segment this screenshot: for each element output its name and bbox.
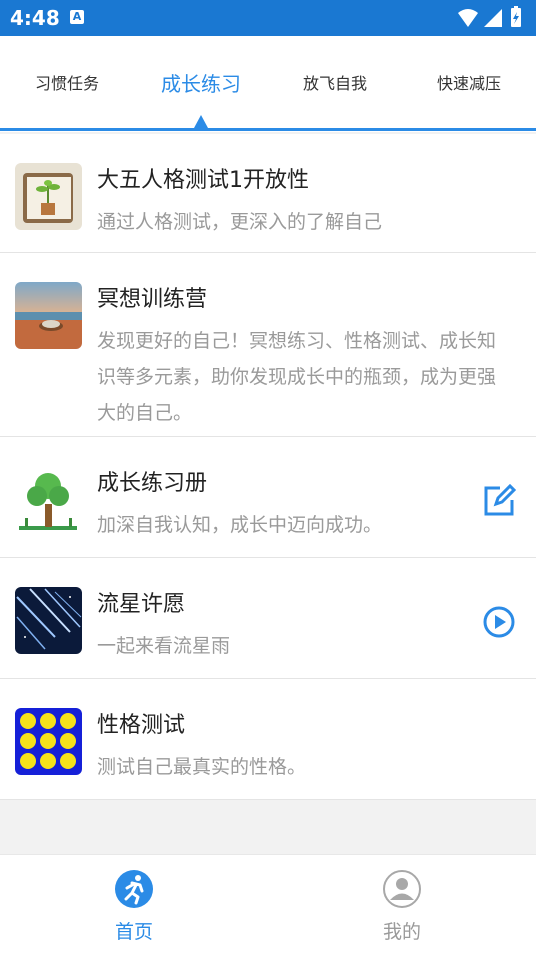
list-item[interactable]: 性格测试 测试自己最真实的性格。 (0, 679, 536, 800)
item-description: 发现更好的自己！冥想练习、性格测试、成长知识等多元素，助你发现成长中的瓶颈，成为… (97, 330, 497, 424)
beach-sunset-image (15, 282, 82, 349)
item-description: 一起来看流星雨 (97, 635, 231, 657)
meteor-shower-image (15, 587, 82, 654)
tabs-divider (0, 128, 536, 131)
item-description: 加深自我认知，成长中迈向成功。 (97, 514, 383, 536)
item-description: 测试自己最真实的性格。 (97, 756, 307, 778)
item-title: 冥想训练营 (97, 287, 208, 312)
list-item[interactable]: 流星许愿 一起来看流星雨 (0, 558, 536, 679)
status-indicators (456, 6, 526, 34)
category-tabs: 习惯任务 成长练习 放飞自我 快速减压 (0, 36, 536, 132)
item-title: 大五人格测试1开放性 (97, 168, 309, 193)
nav-home-label: 首页 (114, 921, 153, 943)
tab-habit-tasks[interactable]: 习惯任务 (0, 36, 134, 132)
emoji-faces-image (15, 708, 82, 775)
wifi-icon (458, 9, 478, 27)
nav-home[interactable]: 首页 (0, 855, 268, 955)
runner-icon (114, 869, 154, 909)
notification-icon: A (70, 10, 84, 24)
profile-icon (382, 869, 422, 909)
list-item[interactable]: 大五人格测试1开放性 通过人格测试，更深入的了解自己 (0, 134, 536, 253)
nav-mine-label: 我的 (382, 921, 421, 943)
status-time: 4:48 (10, 6, 60, 30)
tab-let-go[interactable]: 放飞自我 (268, 36, 402, 132)
bottom-navigation: 首页 我的 (0, 854, 536, 955)
practice-list: 大五人格测试1开放性 通过人格测试，更深入的了解自己 冥想训练营 发现更好的自己… (0, 134, 536, 800)
list-item[interactable]: 冥想训练营 发现更好的自己！冥想练习、性格测试、成长知识等多元素，助你发现成长中… (0, 253, 536, 437)
list-item[interactable]: 成长练习册 加深自我认知，成长中迈向成功。 (0, 437, 536, 558)
notebook-plant-image (15, 163, 82, 230)
tab-quick-relief[interactable]: 快速减压 (402, 36, 536, 132)
edit-icon[interactable] (482, 483, 517, 518)
item-title: 成长练习册 (97, 471, 208, 496)
play-icon[interactable] (482, 605, 516, 639)
item-title: 流星许愿 (97, 592, 186, 617)
signal-icon (484, 9, 502, 27)
battery-icon (511, 6, 521, 27)
status-bar: 4:48 A (0, 0, 536, 36)
item-title: 性格测试 (97, 713, 186, 738)
nav-mine[interactable]: 我的 (268, 855, 536, 955)
tree-image (15, 466, 82, 533)
active-tab-indicator (194, 115, 208, 128)
item-description: 通过人格测试，更深入的了解自己 (97, 211, 383, 233)
